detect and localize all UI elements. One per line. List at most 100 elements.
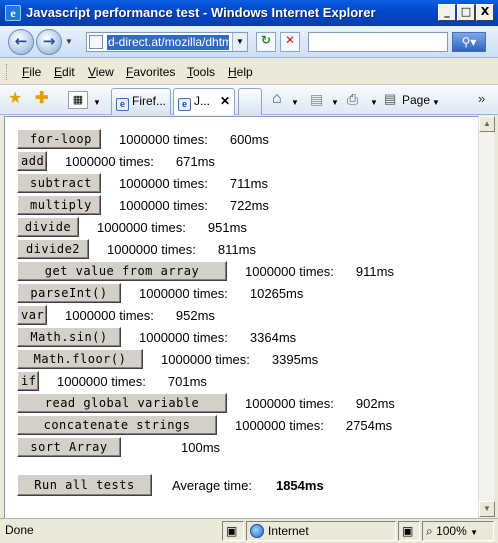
- math-sin-button[interactable]: Math.sin(): [17, 327, 121, 347]
- read-global-variable-button[interactable]: read global variable: [17, 393, 227, 413]
- menu-tools[interactable]: Tools: [187, 65, 215, 79]
- refresh-icon[interactable]: ↻: [256, 32, 276, 52]
- average-time-value: 1854ms: [275, 478, 324, 493]
- subtract-button[interactable]: subtract: [17, 173, 101, 193]
- menu-file[interactable]: File: [22, 65, 41, 79]
- test-row-get-value-from-array: get value from array 1000000 times: 911ms: [17, 261, 394, 283]
- result-ms: 811ms: [217, 242, 256, 257]
- zone-indicator[interactable]: Internet: [246, 521, 396, 541]
- toolbar-overflow-icon[interactable]: »: [478, 91, 485, 107]
- tab-list-dropdown-icon[interactable]: ▼: [93, 95, 101, 111]
- maximize-button[interactable]: □: [457, 4, 475, 21]
- sort-array-button[interactable]: sort Array: [17, 437, 121, 457]
- zoom-dropdown-icon[interactable]: ▼: [470, 528, 478, 537]
- result-times: 1000000 times:: [57, 374, 146, 389]
- tab-label: Firef...: [132, 94, 167, 108]
- result-ms: 3364ms: [249, 330, 297, 345]
- get-value-from-array-button[interactable]: get value from array: [17, 261, 227, 281]
- test-row-math-floor: Math.floor() 1000000 times: 3395ms: [17, 349, 318, 371]
- page-icon[interactable]: ▤: [384, 91, 396, 107]
- parseint-button[interactable]: parseInt(): [17, 283, 121, 303]
- divide2-button[interactable]: divide2: [17, 239, 89, 259]
- result-times: 1000000 times:: [161, 352, 250, 367]
- result-times: 1000000 times:: [97, 220, 186, 235]
- var-button[interactable]: var: [17, 305, 47, 325]
- result-ms: 600ms: [229, 132, 269, 147]
- test-row-divide2: divide2 1000000 times: 811ms: [17, 239, 256, 261]
- toolbar-grip: [6, 64, 9, 80]
- if-button[interactable]: if: [17, 371, 39, 391]
- concatenate-strings-button[interactable]: concatenate strings: [17, 415, 217, 435]
- result-ms: 902ms: [355, 396, 395, 411]
- feeds-dropdown-icon[interactable]: ▼: [331, 95, 339, 111]
- minimize-button[interactable]: _: [438, 4, 456, 21]
- search-input[interactable]: [308, 32, 448, 52]
- scroll-down-icon[interactable]: ▼: [479, 501, 495, 517]
- tab-javascript[interactable]: e J... ✕: [173, 88, 235, 115]
- quick-tabs-icon[interactable]: ▦: [68, 91, 88, 109]
- result-ms: 2754ms: [345, 418, 393, 433]
- favorites-star-icon[interactable]: ★: [8, 91, 22, 107]
- menu-favorites[interactable]: Favorites: [126, 65, 175, 79]
- result-times: 1000000 times:: [245, 396, 334, 411]
- back-button[interactable]: ←: [8, 29, 34, 55]
- history-dropdown-icon[interactable]: ▼: [65, 37, 73, 46]
- result-ms: 3395ms: [271, 352, 319, 367]
- test-row-concatenate-strings: concatenate strings 1000000 times: 2754ms: [17, 415, 392, 437]
- url-input[interactable]: d-direct.at/mozilla/dhtml/j ▼: [86, 32, 248, 52]
- result-ms: 671ms: [175, 154, 215, 169]
- print-dropdown-icon[interactable]: ▼: [370, 95, 378, 111]
- ie-logo-icon: e: [5, 5, 21, 21]
- add-favorites-icon[interactable]: ✚: [35, 91, 48, 107]
- url-dropdown-icon[interactable]: ▼: [232, 33, 247, 51]
- forward-button[interactable]: →: [36, 29, 62, 55]
- result-ms: 951ms: [207, 220, 247, 235]
- result-ms: 701ms: [167, 374, 207, 389]
- test-row-math-sin: Math.sin() 1000000 times: 3364ms: [17, 327, 296, 349]
- divide-button[interactable]: divide: [17, 217, 79, 237]
- close-tab-icon[interactable]: ✕: [220, 89, 230, 113]
- zoom-level: 100%: [436, 524, 467, 538]
- result-ms: 711ms: [229, 176, 268, 191]
- menu-help[interactable]: Help: [228, 65, 253, 79]
- new-tab-button[interactable]: [238, 88, 262, 115]
- home-icon[interactable]: ⌂: [272, 91, 282, 107]
- math-floor-button[interactable]: Math.floor(): [17, 349, 143, 369]
- for-loop-button[interactable]: for-loop: [17, 129, 101, 149]
- test-row-var: var 1000000 times: 952ms: [17, 305, 215, 327]
- vertical-scrollbar[interactable]: ▲ ▼: [478, 116, 495, 518]
- test-row-parseint: parseInt() 1000000 times: 10265ms: [17, 283, 303, 305]
- home-dropdown-icon[interactable]: ▼: [291, 95, 299, 111]
- result-times: 1000000 times:: [119, 198, 208, 213]
- tab-bar: ★ ✚ ▦ ▼ e Firef... e J... ✕ ⌂ ▼ ▤ ▼ ⎙ ▼ ▤ …: [0, 85, 498, 115]
- close-button[interactable]: X: [476, 4, 494, 21]
- result-ms: 911ms: [355, 264, 394, 279]
- menu-edit[interactable]: Edit: [54, 65, 75, 79]
- multiply-button[interactable]: multiply: [17, 195, 101, 215]
- page-content: for-loop 1000000 times: 600ms add 1000000 t…: [4, 116, 478, 518]
- test-row-for-loop: for-loop 1000000 times: 600ms: [17, 129, 269, 151]
- page-dropdown-icon[interactable]: ▼: [432, 95, 440, 111]
- scroll-up-icon[interactable]: ▲: [479, 116, 495, 132]
- test-row-subtract: subtract 1000000 times: 711ms: [17, 173, 268, 195]
- test-row-sort-array: sort Array 100ms: [17, 437, 220, 459]
- run-all-tests-button[interactable]: Run all tests: [17, 474, 152, 496]
- result-times: 1000000 times:: [119, 132, 208, 147]
- stop-icon[interactable]: ✕: [280, 32, 300, 52]
- menu-bar: File Edit View Favorites Tools Help: [0, 59, 498, 85]
- page-menu[interactable]: Page: [402, 93, 430, 107]
- zoom-control[interactable]: ⌕ 100% ▼: [422, 521, 494, 541]
- feeds-icon[interactable]: ▤: [310, 91, 323, 107]
- tab-firefox[interactable]: e Firef...: [111, 88, 171, 115]
- result-times: 1000000 times:: [119, 176, 208, 191]
- result-times: 1000000 times:: [65, 308, 154, 323]
- result-times: 1000000 times:: [139, 286, 228, 301]
- search-button[interactable]: ⚲▾: [452, 32, 486, 52]
- ie-page-icon: e: [178, 98, 191, 111]
- url-text[interactable]: d-direct.at/mozilla/dhtml/j: [107, 35, 229, 50]
- result-times: 1000000 times:: [107, 242, 196, 257]
- menu-view[interactable]: View: [88, 65, 114, 79]
- add-button[interactable]: add: [17, 151, 47, 171]
- average-time-label: Average time:: [172, 478, 252, 493]
- print-icon[interactable]: ⎙: [347, 91, 358, 107]
